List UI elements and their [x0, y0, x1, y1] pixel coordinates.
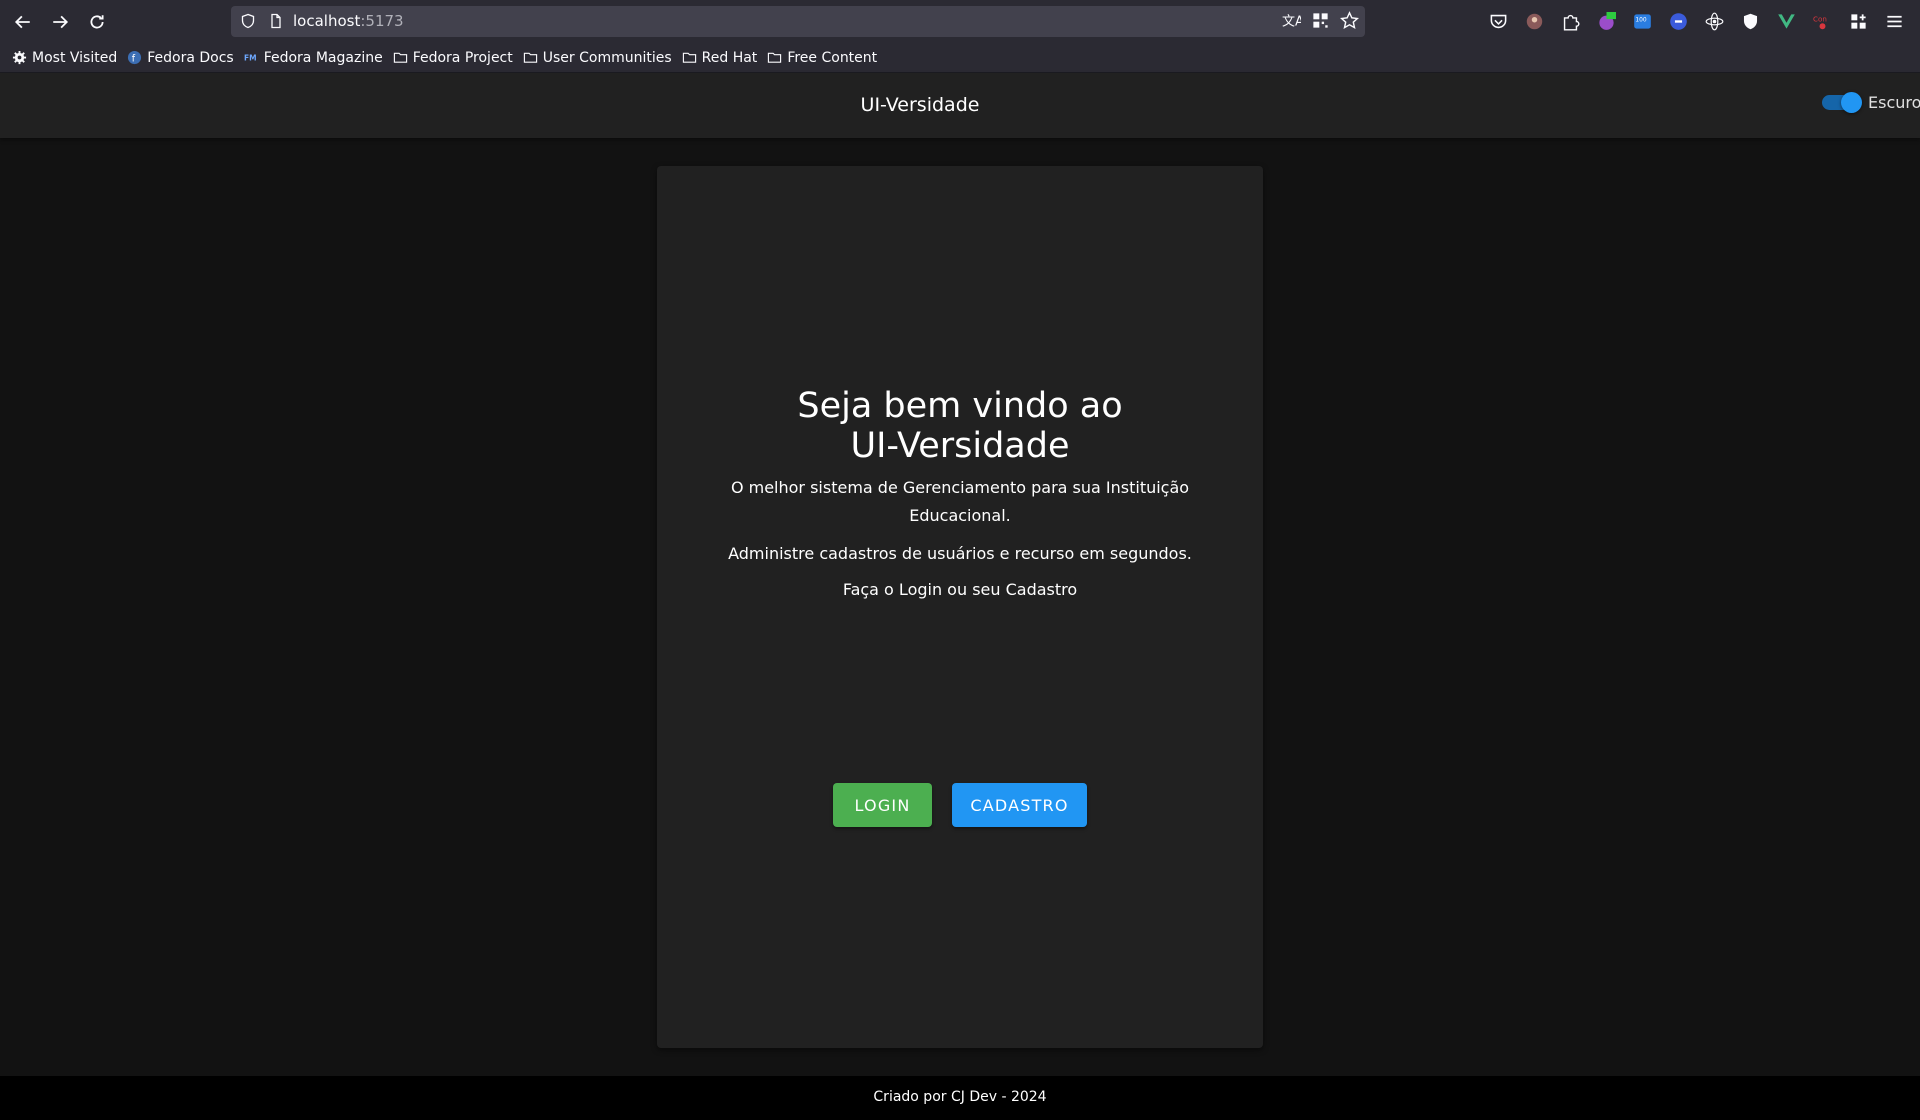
welcome-heading: Seja bem vindo ao UI-Versidade	[657, 386, 1263, 466]
svg-text:FM: FM	[244, 53, 257, 62]
pocket-icon[interactable]	[1486, 9, 1511, 34]
bookmark-fedora-magazine[interactable]: FM Fedora Magazine	[244, 50, 383, 66]
shield-icon[interactable]	[240, 13, 256, 29]
bookmark-star-icon[interactable]	[1340, 11, 1359, 30]
toggle-switch[interactable]	[1822, 92, 1862, 113]
svg-text:文A: 文A	[1282, 14, 1301, 29]
reload-button[interactable]	[79, 4, 115, 40]
bookmark-label: Fedora Docs	[147, 49, 234, 66]
url-port: :5173	[360, 12, 404, 30]
shield-extension-icon[interactable]	[1738, 9, 1763, 34]
heading-line-1: Seja bem vindo ao	[797, 386, 1123, 426]
app-footer: Criado por CJ Dev - 2024	[0, 1076, 1920, 1120]
folder-icon	[393, 52, 407, 63]
browser-toolbar: localhost:5173 文A 100 Con	[0, 0, 1920, 43]
bookmark-label: Fedora Project	[412, 49, 513, 66]
app-title: UI-Versidade	[860, 94, 980, 116]
forward-arrow-icon	[53, 15, 69, 28]
action-buttons: LOGIN CADASTRO	[833, 783, 1087, 827]
bookmark-label: Red Hat	[701, 49, 758, 66]
bookmark-most-visited[interactable]: Most Visited	[12, 50, 117, 66]
forward-button[interactable]	[42, 4, 78, 40]
atom-extension-icon[interactable]	[1702, 9, 1727, 34]
folder-icon	[768, 52, 782, 63]
svg-text:Con: Con	[1813, 15, 1827, 24]
fm-icon: FM	[244, 53, 257, 62]
hamburger-menu-icon[interactable]	[1882, 9, 1907, 34]
extensions-puzzle-icon[interactable]	[1558, 9, 1583, 34]
bookmark-free-content[interactable]: Free Content	[767, 50, 877, 66]
blue-badge-extension-icon[interactable]: 100	[1630, 9, 1655, 34]
theme-label: Escuro	[1868, 93, 1920, 112]
bookmark-red-hat[interactable]: Red Hat	[682, 49, 758, 66]
back-button[interactable]	[5, 4, 41, 40]
login-prompt: Faça o Login ou seu Cadastro	[842, 580, 1078, 599]
heading-line-2: UI-Versidade	[850, 426, 1070, 466]
profile-avatar-icon[interactable]	[1522, 9, 1547, 34]
bookmark-user-communities[interactable]: User Communities	[523, 50, 672, 66]
bookmarks-bar: Most Visited f Fedora Docs FM Fedora Mag…	[0, 43, 1920, 73]
toggle-thumb[interactable]	[1841, 92, 1862, 113]
svg-text:100: 100	[1635, 17, 1647, 24]
purple-extension-icon[interactable]	[1594, 9, 1619, 34]
qr-code-icon[interactable]	[1311, 11, 1330, 30]
vue-devtools-icon[interactable]	[1774, 9, 1799, 34]
url-bar[interactable]: localhost:5173 文A	[231, 6, 1365, 37]
folder-icon	[523, 52, 537, 63]
welcome-card: Seja bem vindo ao UI-Versidade O melhor …	[657, 166, 1263, 1048]
bookmark-fedora-project[interactable]: Fedora Project	[393, 50, 513, 66]
app-header: UI-Versidade	[0, 73, 1920, 138]
bookmark-fedora-docs[interactable]: f Fedora Docs	[127, 49, 234, 66]
apps-grid-icon[interactable]	[1846, 9, 1871, 34]
bookmark-label: User Communities	[542, 49, 672, 66]
bookmark-label: Fedora Magazine	[263, 49, 383, 66]
red-extension-icon[interactable]: Con	[1810, 9, 1835, 34]
gear-icon	[12, 50, 27, 65]
back-arrow-icon	[14, 15, 30, 28]
admin-text: Administre cadastros de usuários e recur…	[728, 544, 1192, 563]
register-button[interactable]: CADASTRO	[952, 783, 1087, 827]
fedora-icon: f	[128, 50, 142, 64]
description-text: O melhor sistema de Gerenciamento para s…	[730, 478, 1190, 525]
url-text[interactable]: localhost:5173	[293, 12, 404, 30]
footer-text: Criado por CJ Dev - 2024	[873, 1089, 1047, 1105]
reload-icon	[90, 14, 104, 28]
login-button[interactable]: LOGIN	[833, 783, 932, 827]
bookmark-label: Most Visited	[32, 49, 118, 66]
theme-toggle[interactable]: Escuro	[1822, 92, 1920, 113]
link-extension-icon[interactable]	[1666, 9, 1691, 34]
bookmark-label: Free Content	[787, 49, 878, 66]
url-host: localhost	[293, 12, 361, 30]
translate-icon[interactable]: 文A	[1282, 11, 1304, 30]
page-info-icon[interactable]	[268, 13, 284, 29]
folder-icon	[682, 52, 696, 63]
